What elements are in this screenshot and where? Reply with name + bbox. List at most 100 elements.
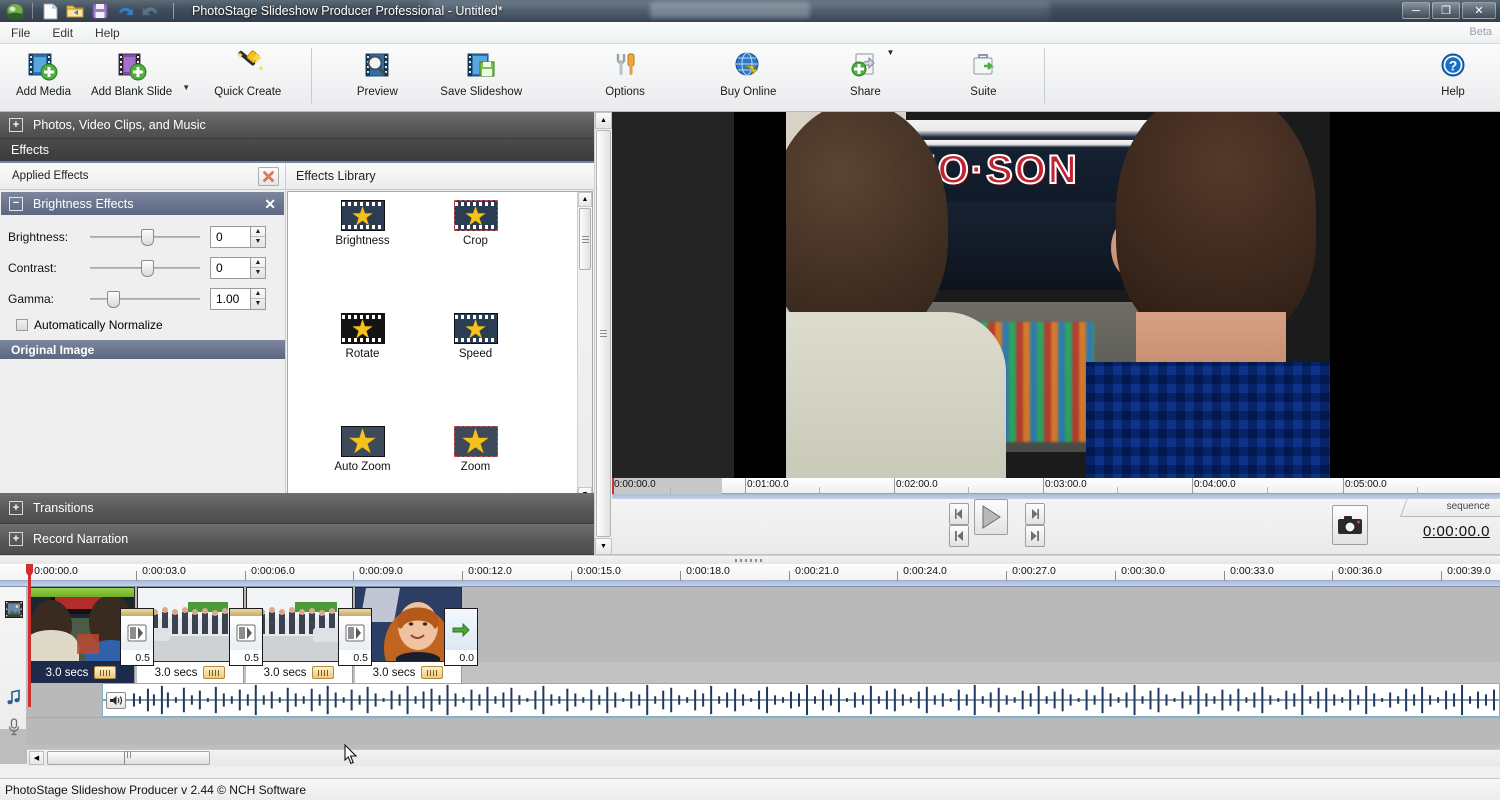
panel-splitter[interactable] [0, 555, 1500, 564]
contrast-spin-arrows[interactable]: ▲ ▼ [250, 257, 266, 279]
close-button[interactable]: ✕ [1462, 2, 1496, 19]
transition-badge-4[interactable]: 0.0 [444, 608, 478, 666]
hscrollbar-thumb[interactable] [47, 751, 210, 765]
step-back-button[interactable] [949, 503, 969, 525]
slides-track[interactable]: 0.5 0.5 [27, 587, 1500, 662]
duration-settings-icon[interactable] [312, 666, 334, 679]
duration-cell-1[interactable]: 3.0 secs [28, 662, 135, 683]
brightness-stepper[interactable]: ▲ ▼ [210, 226, 266, 248]
timeline-playhead[interactable] [28, 564, 31, 707]
brightness-effects-group-header[interactable]: − Brightness Effects ✕ [1, 192, 284, 215]
contrast-slider[interactable] [90, 258, 200, 278]
skip-end-button[interactable] [1025, 525, 1045, 547]
minimize-button[interactable]: ─ [1402, 2, 1430, 19]
timeline-hscrollbar[interactable]: ◀ [27, 749, 1500, 766]
spin-down-icon[interactable]: ▼ [251, 299, 265, 309]
expand-toggle-icon[interactable]: + [9, 118, 23, 132]
spin-up-icon[interactable]: ▲ [251, 258, 265, 269]
audio-clip-speaker-icon[interactable] [106, 692, 126, 709]
sidebar-section-transitions[interactable]: + Transitions [0, 493, 594, 524]
scrollbar-thumb[interactable] [579, 208, 591, 270]
slider-thumb[interactable] [141, 229, 154, 246]
contrast-input[interactable] [210, 257, 250, 279]
add-media-button[interactable]: Add Media [6, 44, 81, 110]
share-dropdown-caret[interactable]: ▼ [886, 48, 894, 57]
step-forward-button[interactable] [1025, 503, 1045, 525]
play-button[interactable] [974, 499, 1008, 535]
add-blank-slide-button[interactable]: Add Blank Slide [81, 44, 182, 110]
preview-button[interactable]: Preview [346, 44, 408, 110]
menu-help[interactable]: Help [84, 22, 131, 44]
duration-settings-icon[interactable] [94, 666, 116, 679]
save-slideshow-button[interactable]: Save Slideshow [430, 44, 532, 110]
preview-playhead[interactable] [612, 478, 614, 494]
spin-down-icon[interactable]: ▼ [251, 237, 265, 247]
help-button[interactable]: ? Help [1422, 44, 1484, 110]
sidebar-section-effects[interactable]: Effects [0, 139, 594, 163]
maximize-button[interactable]: ❐ [1432, 2, 1460, 19]
snapshot-button[interactable] [1332, 505, 1368, 545]
auto-normalize-row[interactable]: Automatically Normalize [8, 316, 277, 332]
brightness-spin-arrows[interactable]: ▲ ▼ [250, 226, 266, 248]
transition-badge-1[interactable]: 0.5 [120, 608, 154, 666]
effect-item-crop[interactable]: ★ Crop [419, 200, 532, 295]
effects-library-scrollbar[interactable]: ▲ ▼ [577, 192, 592, 502]
timeline-slide-1[interactable] [28, 587, 135, 662]
auto-normalize-checkbox[interactable] [16, 319, 28, 331]
save-disk-icon[interactable] [89, 1, 111, 21]
effect-item-brightness[interactable]: ★ Brightness [306, 200, 419, 295]
sidebar-section-photos-video-music[interactable]: + Photos, Video Clips, and Music [0, 112, 594, 139]
effect-item-rotate[interactable]: ★ Rotate [306, 313, 419, 408]
collapse-toggle-icon[interactable]: − [9, 197, 23, 211]
transition-badge-2[interactable]: 0.5 [229, 608, 263, 666]
close-icon[interactable]: ✕ [264, 197, 276, 211]
buy-online-button[interactable]: Buy Online [710, 44, 786, 110]
suite-button[interactable]: Suite [952, 44, 1014, 110]
effect-item-zoom[interactable]: ★ Zoom [419, 426, 532, 503]
menu-file[interactable]: File [0, 22, 41, 44]
options-button[interactable]: Options [594, 44, 656, 110]
slider-thumb[interactable] [107, 291, 120, 308]
spin-down-icon[interactable]: ▼ [251, 268, 265, 278]
duration-settings-icon[interactable] [203, 666, 225, 679]
scroll-left-icon[interactable]: ◀ [29, 751, 44, 765]
spin-up-icon[interactable]: ▲ [251, 289, 265, 300]
skip-start-button[interactable] [949, 525, 969, 547]
left-panel-scrollbar[interactable]: ▲ ▼ [594, 112, 612, 555]
gamma-stepper[interactable]: ▲ ▼ [210, 288, 266, 310]
gamma-spin-arrows[interactable]: ▲ ▼ [250, 288, 266, 310]
timeline-ruler[interactable]: 0:00:00.0 0:00:03.0 0:00:06.0 0:00:09.0 … [0, 564, 1500, 581]
remove-all-effects-icon[interactable] [258, 167, 279, 186]
duration-settings-icon[interactable] [421, 666, 443, 679]
gamma-input[interactable] [210, 288, 250, 310]
brightness-slider[interactable] [90, 227, 200, 247]
open-folder-icon[interactable] [64, 1, 86, 21]
scrollbar-track[interactable] [578, 271, 592, 487]
transition-badge-3[interactable]: 0.5 [338, 608, 372, 666]
narration-track[interactable] [27, 717, 1500, 745]
sequence-time[interactable]: 0:00:00.0 [1423, 523, 1490, 540]
effect-item-speed[interactable]: ★ Speed [419, 313, 532, 408]
effect-item-auto-zoom[interactable]: ★ Auto Zoom [306, 426, 419, 503]
quick-create-button[interactable]: Quick Create [204, 44, 291, 110]
new-document-icon[interactable] [39, 1, 61, 21]
original-image-header[interactable]: Original Image [0, 340, 285, 359]
add-blank-slide-dropdown[interactable]: ▼ [182, 83, 196, 92]
share-button[interactable]: Share ▼ [834, 44, 896, 110]
audio-track[interactable] [27, 683, 1500, 717]
expand-toggle-icon[interactable]: + [9, 501, 23, 515]
undo-icon[interactable] [114, 1, 136, 21]
slider-thumb[interactable] [141, 260, 154, 277]
sidebar-section-record-narration[interactable]: + Record Narration [0, 524, 594, 555]
contrast-stepper[interactable]: ▲ ▼ [210, 257, 266, 279]
audio-clip[interactable] [102, 683, 1500, 717]
video-preview[interactable]: DEO·SON [612, 112, 1500, 478]
spin-up-icon[interactable]: ▲ [251, 227, 265, 238]
menu-edit[interactable]: Edit [41, 22, 84, 44]
scroll-up-icon[interactable]: ▲ [595, 112, 612, 129]
scroll-down-icon[interactable]: ▼ [595, 538, 612, 555]
scroll-up-icon[interactable]: ▲ [578, 192, 592, 207]
expand-toggle-icon[interactable]: + [9, 532, 23, 546]
brightness-input[interactable] [210, 226, 250, 248]
preview-ruler[interactable]: 0:00:00.0 0:01:00.0 0:02:00.0 0:03:00.0 … [612, 478, 1500, 494]
